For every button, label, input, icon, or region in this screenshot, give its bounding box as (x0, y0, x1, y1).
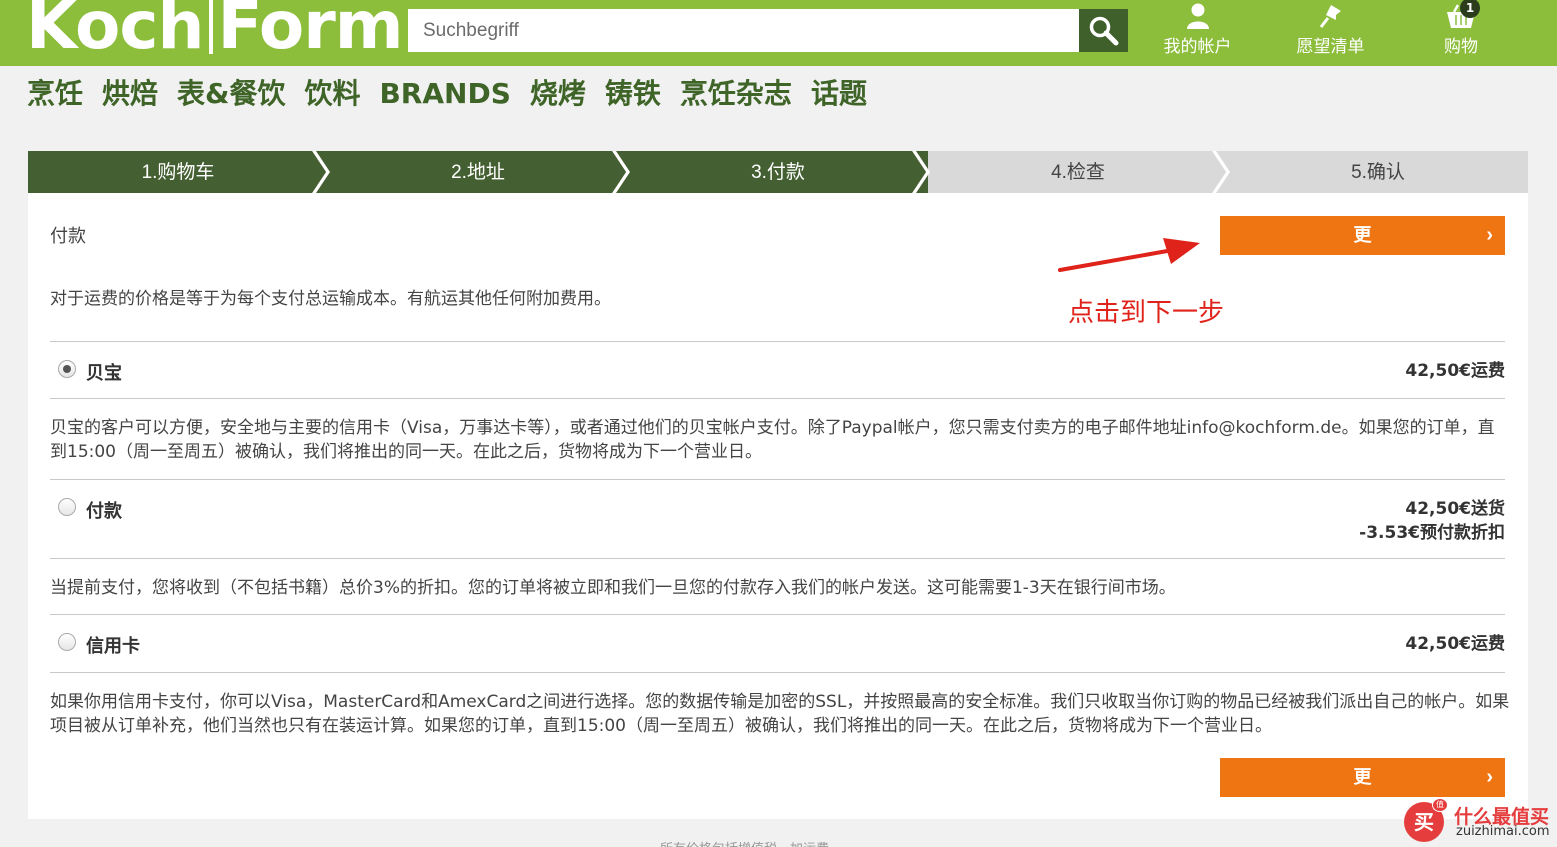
divider (50, 479, 1505, 480)
category-nav: 烹饪 烘焙 表&餐饮 饮料 BRANDS 烧烤 铸铁 烹饪杂志 话题 (27, 74, 886, 114)
search-input[interactable] (408, 9, 1079, 52)
nav-item-cooking[interactable]: 烹饪 (27, 74, 83, 114)
step-separator-chevron (612, 151, 630, 193)
option-price: 42,50€运费 (1405, 634, 1505, 654)
step-address-label: 2.地址 (451, 162, 505, 183)
step-cart[interactable]: 1.购物车 (28, 151, 328, 193)
nav-item-brands[interactable]: BRANDS (379, 74, 510, 114)
section-label: 付款 (50, 226, 86, 247)
option-description-credit-card: 如果你用信用卡支付，你可以Visa，MasterCard和AmexCard之间进… (50, 692, 1510, 736)
step-confirm: 5.确认 (1228, 151, 1528, 193)
checkout-steps: 1.购物车 2.地址 3.付款 4.检查 5.确认 (28, 151, 1528, 193)
checkout-panel: 1.购物车 2.地址 3.付款 4.检查 5.确认 付款 更 › 对于运费的价格… (28, 151, 1528, 819)
nav-item-table-dining[interactable]: 表&餐饮 (177, 74, 285, 114)
nav-item-topics[interactable]: 话题 (811, 74, 867, 114)
cart-link[interactable]: 1 购物 (1428, 0, 1494, 66)
step-confirm-label: 5.确认 (1351, 162, 1405, 183)
pin-icon (1319, 5, 1341, 28)
step-payment-label: 3.付款 (751, 162, 805, 183)
step-address[interactable]: 2.地址 (328, 151, 628, 193)
divider (50, 672, 1505, 673)
option-name: 付款 (86, 501, 122, 522)
divider (50, 398, 1505, 399)
search-box (408, 9, 1128, 52)
account-link[interactable]: 我的帐户 (1155, 0, 1240, 66)
option-description-paypal: 贝宝的客户可以方便，安全地与主要的信用卡（Visa，万事达卡等），或者通过他们的… (50, 418, 1495, 462)
search-button[interactable] (1079, 9, 1128, 52)
logo-right: Form (217, 0, 403, 64)
step-separator-chevron (1212, 151, 1230, 193)
watermark-domain: zuizhimai.com (1456, 824, 1550, 839)
option-price: 42,50€运费 (1405, 361, 1505, 381)
cart-label: 购物 (1444, 37, 1478, 57)
search-icon (1089, 16, 1118, 45)
radio-credit-card[interactable] (58, 633, 76, 651)
nav-item-baking[interactable]: 烘焙 (102, 74, 158, 114)
option-description-prepayment: 当提前支付，您将收到（不包括书籍）总价3%的折扣。您的订单将被立即和我们一旦您的… (50, 578, 1176, 598)
account-label: 我的帐户 (1163, 37, 1232, 57)
step-separator-chevron (912, 151, 930, 193)
user-icon (1186, 3, 1209, 29)
option-discount-line: -3.53€预付款折扣 (1359, 523, 1505, 543)
step-cart-label: 1.购物车 (141, 162, 215, 183)
annotation-text: 点击到下一步 (1068, 298, 1225, 328)
nav-item-drinks[interactable]: 饮料 (304, 74, 360, 114)
nav-item-grill[interactable]: 烧烤 (530, 74, 586, 114)
step-payment: 3.付款 (628, 151, 928, 193)
step-review-label: 4.检查 (1051, 162, 1105, 183)
logo-left: Koch (26, 0, 204, 64)
watermark-logo: 买 值 什么最值买 zuizhimai.com (1400, 796, 1557, 847)
divider (50, 558, 1505, 559)
chevron-right-icon: › (1486, 766, 1493, 788)
header-bar: KochForm 我的帐户 愿望清单 1 (0, 0, 1557, 66)
divider (50, 614, 1505, 615)
radio-paypal[interactable] (58, 360, 76, 378)
option-name: 信用卡 (86, 636, 140, 657)
next-button-label: 更 (1353, 767, 1372, 787)
next-button-label: 更 (1353, 225, 1372, 245)
step-separator-chevron (312, 151, 330, 193)
chevron-right-icon: › (1486, 224, 1493, 246)
option-price: 42,50€送货 -3.53€预付款折扣 (1359, 497, 1505, 545)
logo[interactable]: Koch Form (26, 0, 404, 66)
next-button-bottom[interactable]: 更 › (1220, 758, 1505, 797)
option-name: 贝宝 (86, 363, 122, 384)
logo-divider (209, 0, 214, 54)
option-price-line: 42,50€送货 (1405, 499, 1505, 519)
watermark-badge: 值 (1432, 798, 1448, 812)
shipping-intro-text: 对于运费的价格是等于为每个支付总运输成本。有航运其他任何附加费用。 (50, 289, 611, 309)
wishlist-link[interactable]: 愿望清单 (1288, 0, 1373, 66)
footer-text: 所有价格包括增值税，加运费 (660, 838, 829, 847)
nav-item-cast-iron[interactable]: 铸铁 (605, 74, 661, 114)
divider (50, 341, 1505, 342)
wishlist-label: 愿望清单 (1296, 37, 1365, 57)
nav-item-magazine[interactable]: 烹饪杂志 (680, 74, 792, 114)
radio-prepayment[interactable] (58, 498, 76, 516)
next-button-top[interactable]: 更 › (1220, 216, 1505, 255)
annotation-arrow-icon (1058, 238, 1200, 272)
step-review: 4.检查 (928, 151, 1228, 193)
